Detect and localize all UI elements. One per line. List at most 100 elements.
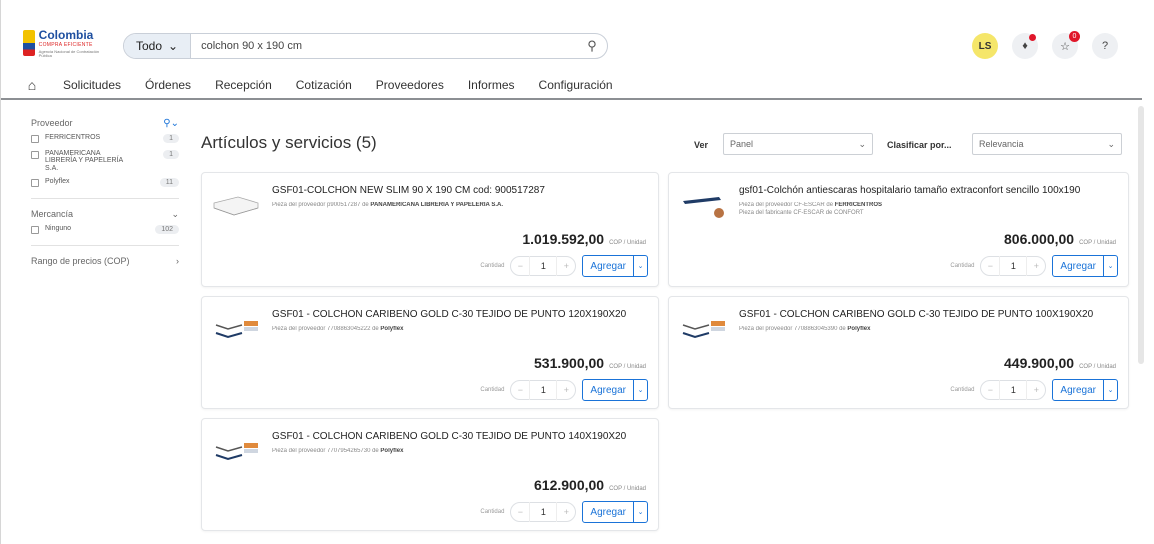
- plus-icon[interactable]: +: [557, 507, 575, 517]
- facet-item[interactable]: Polyflex 11: [1, 178, 193, 192]
- nav-item-configuracion[interactable]: Configuración: [539, 78, 613, 92]
- price: 449.900,00 COP / Unidad: [1004, 355, 1116, 371]
- sort-label: Clasificar por...: [887, 140, 952, 150]
- search-input[interactable]: [191, 40, 577, 52]
- facet-precio-header[interactable]: Rango de precios (COP) ›: [1, 252, 193, 270]
- nav-item-solicitudes[interactable]: Solicitudes: [63, 78, 121, 92]
- minus-icon[interactable]: −: [511, 507, 529, 517]
- product-title[interactable]: GSF01-COLCHON NEW SLIM 90 X 190 CM cod: …: [272, 185, 650, 196]
- mattress-image[interactable]: [212, 437, 260, 467]
- add-button[interactable]: Agregar: [583, 380, 633, 400]
- checkbox[interactable]: [31, 151, 39, 159]
- price-unit: COP / Unidad: [609, 486, 646, 492]
- price-unit: COP / Unidad: [609, 364, 646, 370]
- quantity-label: Cantidad: [950, 263, 975, 269]
- chevron-down-icon[interactable]: ⌄: [633, 502, 647, 522]
- facet-mercancia-header[interactable]: Mercancía ⌄: [1, 205, 193, 223]
- price: 612.900,00 COP / Unidad: [534, 477, 646, 493]
- add-button[interactable]: Agregar: [583, 256, 633, 276]
- facet-item-label: Polyflex: [45, 178, 70, 186]
- logo[interactable]: Colombia COMPRA EFICIENTE Agencia Nacion…: [23, 28, 101, 58]
- nav-item-ordenes[interactable]: Órdenes: [145, 78, 191, 92]
- minus-icon[interactable]: −: [981, 385, 999, 395]
- plus-icon[interactable]: +: [557, 261, 575, 271]
- view-select[interactable]: Panel ⌄: [723, 133, 873, 155]
- product-supplier: Pieza del proveedor 7707954265730 de Pol…: [272, 448, 404, 454]
- product-card: GSF01 - COLCHON CARIBEÑO GOLD C-30 TEJID…: [668, 296, 1129, 409]
- plus-icon[interactable]: +: [1027, 385, 1045, 395]
- minus-icon[interactable]: −: [511, 385, 529, 395]
- help-button[interactable]: ?: [1092, 33, 1118, 59]
- plus-icon[interactable]: +: [557, 385, 575, 395]
- notification-dot: [1029, 34, 1036, 41]
- add-button[interactable]: Agregar: [1053, 380, 1103, 400]
- home-icon[interactable]: ⌂: [23, 77, 41, 93]
- facet-item[interactable]: FERRICENTROS 1: [1, 134, 193, 148]
- scrollbar[interactable]: [1138, 106, 1144, 364]
- search-scope-dropdown[interactable]: Todo ⌄: [124, 34, 192, 58]
- price-value: 449.900,00: [1004, 355, 1075, 371]
- chevron-down-icon[interactable]: ⌄: [633, 256, 647, 276]
- quantity-value[interactable]: 1: [999, 256, 1028, 276]
- quantity-stepper[interactable]: − 1 +: [510, 502, 577, 522]
- product-card: GSF01-COLCHON NEW SLIM 90 X 190 CM cod: …: [201, 172, 659, 287]
- product-title[interactable]: GSF01 - COLCHON CARIBEÑO GOLD C-30 TEJID…: [739, 309, 1120, 320]
- quantity-stepper[interactable]: − 1 +: [510, 380, 577, 400]
- chevron-down-icon: ⌄: [168, 39, 179, 53]
- quantity-row: Cantidad − 1 + Agregar ⌄: [950, 379, 1118, 401]
- quantity-stepper[interactable]: − 1 +: [980, 380, 1047, 400]
- quantity-row: Cantidad − 1 + Agregar ⌄: [950, 255, 1118, 277]
- facet-item[interactable]: PANAMERICANA LIBRERÍA Y PAPELERÍA S.A. 1: [1, 150, 193, 172]
- facet-item-label: FERRICENTROS: [45, 134, 101, 141]
- nav-item-cotizacion[interactable]: Cotización: [296, 78, 352, 92]
- checkbox[interactable]: [31, 226, 39, 235]
- facet-proveedor-header[interactable]: Proveedor ⚲⌄: [1, 114, 193, 132]
- search-icon[interactable]: ⚲⌄: [163, 118, 179, 129]
- facet-item-count: 102: [155, 225, 179, 235]
- plus-icon[interactable]: +: [1027, 261, 1045, 271]
- quantity-stepper[interactable]: − 1 +: [510, 256, 577, 276]
- quantity-stepper[interactable]: − 1 +: [980, 256, 1047, 276]
- cart-button[interactable]: ☆ 0: [1052, 31, 1080, 59]
- mattress-image[interactable]: [212, 191, 260, 221]
- product-title[interactable]: gsf01-Colchón antiescaras hospitalario t…: [739, 185, 1120, 196]
- search-icon[interactable]: ⚲: [577, 38, 607, 54]
- chevron-down-icon[interactable]: ⌄: [1103, 256, 1117, 276]
- avatar[interactable]: LS: [972, 33, 998, 59]
- product-title[interactable]: GSF01 - COLCHON CARIBEÑO GOLD C-30 TEJID…: [272, 431, 650, 442]
- nav-item-informes[interactable]: Informes: [468, 78, 515, 92]
- product-supplier: Pieza del proveedor 7708863045222 de Pol…: [272, 326, 404, 332]
- minus-icon[interactable]: −: [511, 261, 529, 271]
- sort-select[interactable]: Relevancia ⌄: [972, 133, 1122, 155]
- facet-item[interactable]: Ninguno 102: [1, 225, 193, 239]
- add-to-cart-group: Agregar ⌄: [1052, 379, 1118, 401]
- product-card: GSF01 - COLCHON CARIBEÑO GOLD C-30 TEJID…: [201, 296, 659, 409]
- price: 806.000,00 COP / Unidad: [1004, 231, 1116, 247]
- nav-item-recepcion[interactable]: Recepción: [215, 78, 272, 92]
- quantity-value[interactable]: 1: [529, 256, 558, 276]
- add-button[interactable]: Agregar: [583, 502, 633, 522]
- mattress-image[interactable]: [679, 191, 727, 221]
- chevron-down-icon: ⌄: [171, 208, 179, 219]
- chevron-down-icon[interactable]: ⌄: [633, 380, 647, 400]
- chevron-down-icon[interactable]: ⌄: [1103, 380, 1117, 400]
- product-title[interactable]: GSF01 - COLCHON CARIBEÑO GOLD C-30 TEJID…: [272, 309, 650, 320]
- divider: [31, 198, 179, 200]
- checkbox[interactable]: [31, 179, 39, 188]
- quantity-value[interactable]: 1: [529, 380, 558, 400]
- add-button[interactable]: Agregar: [1053, 256, 1103, 276]
- nav-item-proveedores[interactable]: Proveedores: [376, 78, 444, 92]
- price-value: 531.900,00: [534, 355, 605, 371]
- logo-main-text: Colombia: [38, 27, 94, 42]
- minus-icon[interactable]: −: [981, 261, 999, 271]
- bell-icon: ♦: [1022, 40, 1028, 52]
- mattress-image[interactable]: [679, 315, 727, 345]
- price-unit: COP / Unidad: [1079, 364, 1116, 370]
- facet-item-count: 1: [163, 134, 179, 143]
- quantity-value[interactable]: 1: [999, 380, 1028, 400]
- checkbox[interactable]: [31, 135, 39, 143]
- quantity-row: Cantidad − 1 + Agregar ⌄: [480, 255, 648, 277]
- quantity-value[interactable]: 1: [529, 502, 558, 522]
- notifications-button[interactable]: ♦: [1012, 33, 1038, 59]
- mattress-image[interactable]: [212, 315, 260, 345]
